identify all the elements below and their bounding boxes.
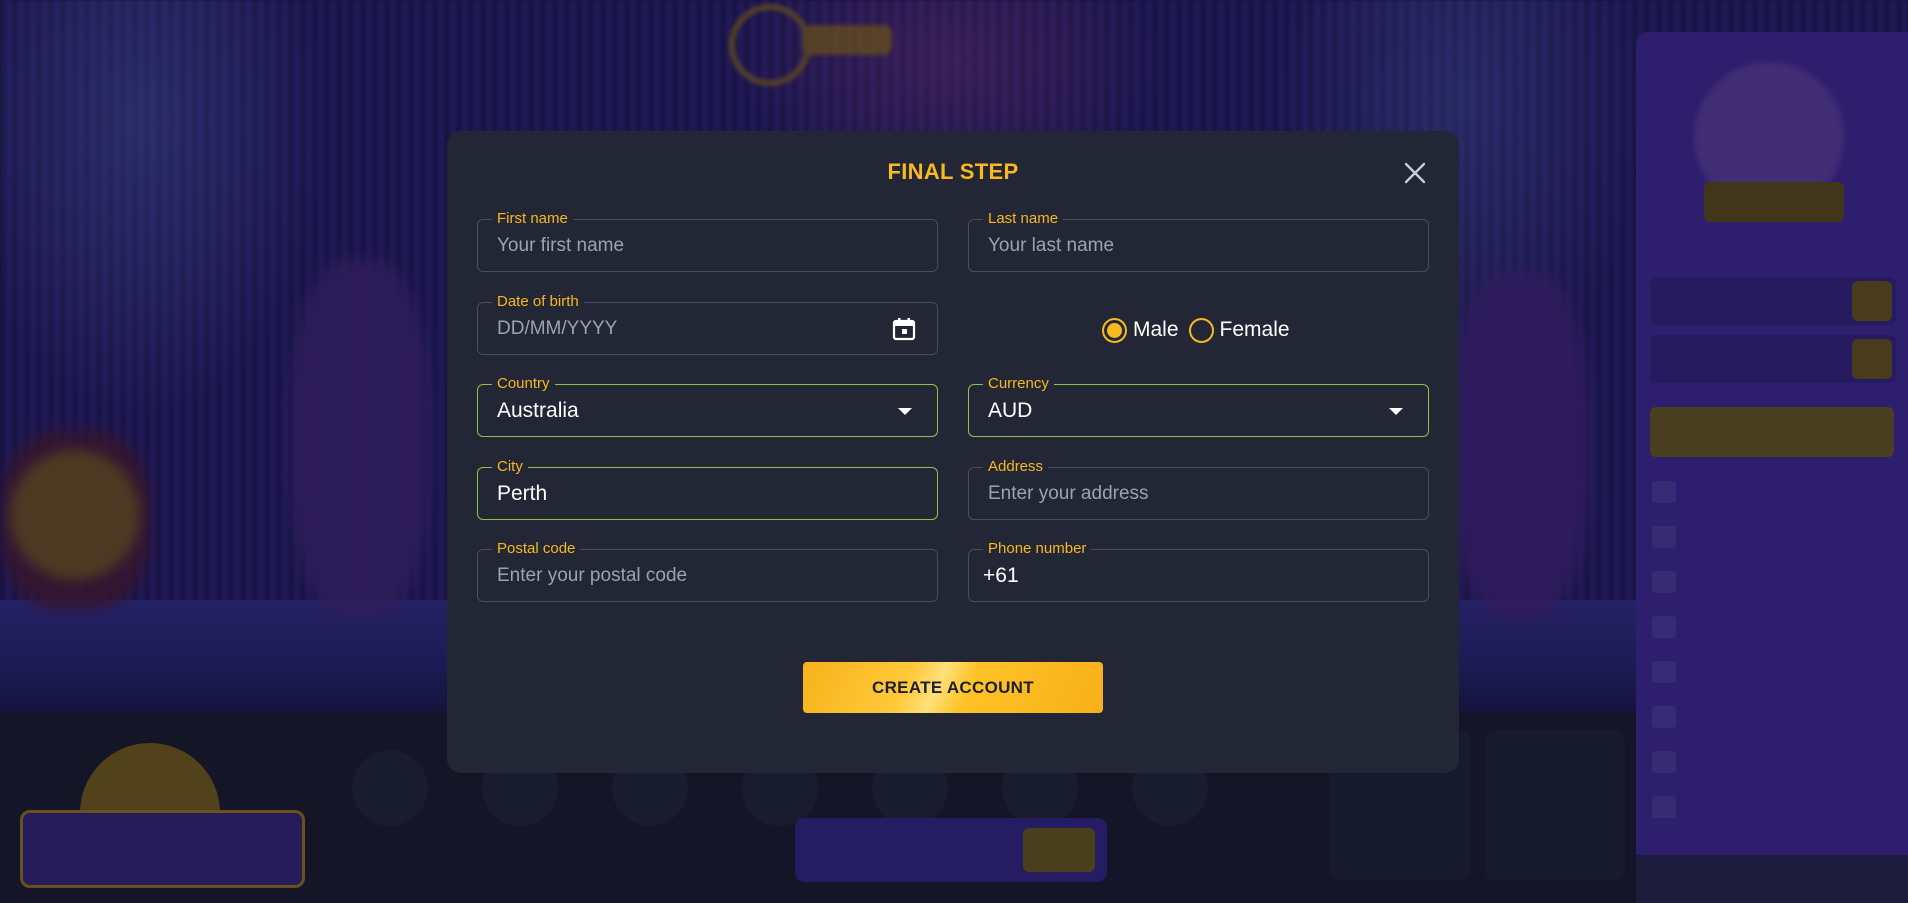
date-of-birth-field: Date of birth — [477, 293, 938, 355]
address-input[interactable] — [969, 468, 1428, 519]
postal-code-input[interactable] — [478, 550, 937, 601]
date-of-birth-input[interactable] — [478, 303, 937, 354]
city-value: Perth — [497, 482, 548, 505]
female-radio[interactable] — [1188, 317, 1214, 343]
last-name-input[interactable] — [969, 220, 1428, 271]
currency-value: AUD — [988, 399, 1033, 422]
gender-option-male[interactable]: Male — [1102, 317, 1179, 343]
chevron-down-icon — [898, 408, 912, 415]
final-step-modal: FINAL STEP First name Last name Date of … — [447, 131, 1459, 773]
phone-number-value: +61 — [983, 564, 1019, 587]
male-radio[interactable] — [1102, 317, 1127, 343]
first-name-input[interactable] — [478, 220, 937, 271]
gender-option-female[interactable]: Female — [1188, 317, 1290, 343]
calendar-icon[interactable] — [891, 316, 917, 342]
address-field: Address — [968, 458, 1429, 520]
chevron-down-icon — [1389, 408, 1403, 415]
country-select[interactable]: Country Australia — [477, 375, 938, 437]
phone-number-field[interactable]: Phone number +61 — [968, 540, 1429, 602]
currency-select[interactable]: Currency AUD — [968, 375, 1429, 437]
radio-selected-dot — [1107, 322, 1122, 338]
country-value: Australia — [497, 399, 579, 422]
modal-title: FINAL STEP — [887, 159, 1019, 184]
postal-code-field: Postal code — [477, 540, 938, 602]
male-label: Male — [1133, 318, 1179, 341]
create-account-button[interactable]: CREATE ACCOUNT — [803, 662, 1103, 713]
city-field[interactable]: City Perth — [477, 458, 938, 520]
close-icon[interactable] — [1401, 159, 1429, 187]
first-name-field: First name — [477, 210, 938, 272]
female-label: Female — [1219, 318, 1290, 341]
gender-radio-group: Male Female — [1102, 315, 1292, 345]
last-name-field: Last name — [968, 210, 1429, 272]
